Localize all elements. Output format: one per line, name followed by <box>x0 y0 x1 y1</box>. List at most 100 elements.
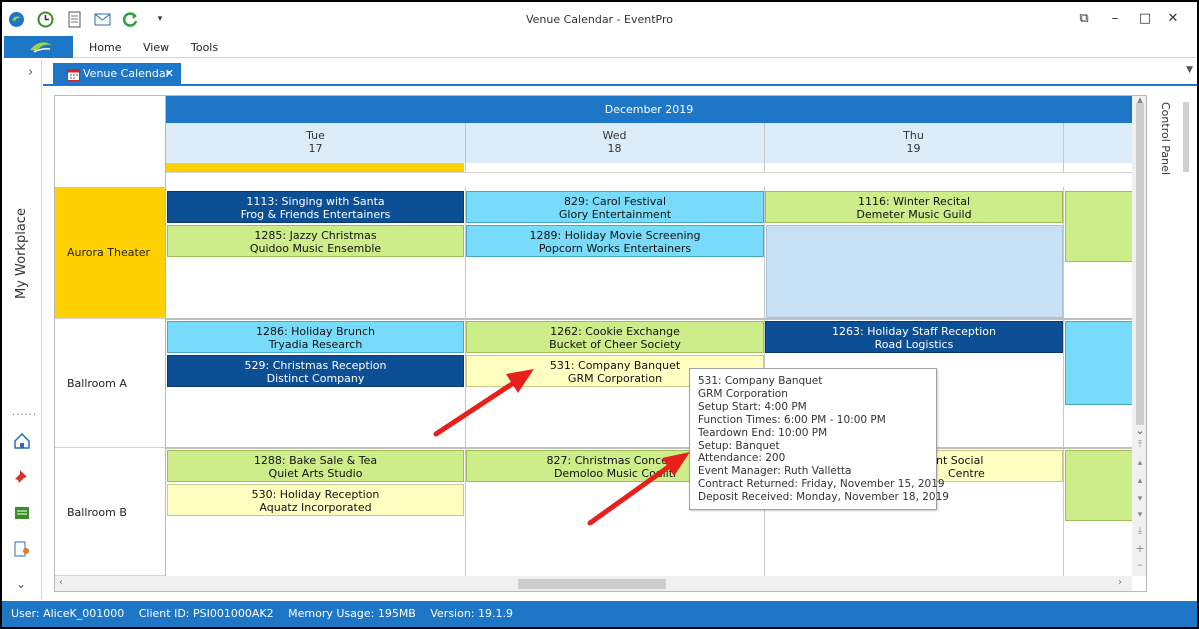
event-1263[interactable]: 1263: Holiday Staff Reception Road Logis… <box>765 321 1063 353</box>
event-529[interactable]: 529: Christmas Reception Distinct Compan… <box>167 355 464 387</box>
horizontal-scroll-thumb[interactable] <box>518 579 666 589</box>
form-icon[interactable] <box>13 504 31 522</box>
tab-label: Venue Calendar <box>83 67 171 80</box>
home-icon[interactable] <box>13 432 31 450</box>
scroll-top-icon[interactable]: ⤒ <box>1132 440 1146 450</box>
event-title: 1113: Singing with Santa <box>246 195 385 208</box>
tab-list-dropdown-icon[interactable]: ▼ <box>1186 65 1193 75</box>
day-date: 19 <box>906 142 921 155</box>
month-header: December 2019 <box>166 96 1132 123</box>
status-user: User: AliceK_001000 <box>11 607 125 620</box>
event-client: Tryadia Research <box>268 338 363 351</box>
vertical-scroll-thumb[interactable] <box>1136 103 1144 425</box>
calendar-icon <box>67 69 80 81</box>
event-1286[interactable]: 1286: Holiday Brunch Tryadia Research <box>167 321 464 353</box>
event-partial[interactable] <box>1065 450 1135 521</box>
event-1262[interactable]: 1262: Cookie Exchange Bucket of Cheer So… <box>466 321 764 353</box>
tooltip-event-manager: Event Manager: Ruth Valletta <box>698 465 852 478</box>
day-date: 17 <box>308 142 323 155</box>
event-1288[interactable]: 1288: Bake Sale & Tea Quiet Arts Studio <box>167 450 464 482</box>
scroll-right-icon[interactable]: › <box>1118 577 1122 588</box>
event-530[interactable]: 530: Holiday Reception Aquatz Incorporat… <box>167 484 464 516</box>
eventpro-logo-icon <box>30 42 52 53</box>
row-divider <box>166 318 1132 320</box>
event-client: Aquatz Incorporated <box>259 501 372 514</box>
scroll-line-up-icon[interactable]: ▴ <box>1132 476 1146 486</box>
status-version: Version: 19.1.9 <box>430 607 513 620</box>
horizontal-scrollbar[interactable]: ‹ › <box>55 576 1132 591</box>
event-829[interactable]: 829: Carol Festival Glory Entertainment <box>466 191 764 223</box>
event-client: Road Logistics <box>874 338 954 351</box>
close-tab-icon[interactable]: ✕ <box>165 67 174 80</box>
event-client: Popcorn Works Entertainers <box>538 242 692 255</box>
expand-chevron-icon[interactable]: › <box>28 65 33 80</box>
maximize-button[interactable]: □ <box>1137 11 1153 27</box>
tooltip-contract-returned: Contract Returned: Friday, November 15, … <box>698 478 945 491</box>
event-client: Quiet Arts Studio <box>268 467 363 480</box>
minimize-button[interactable]: – <box>1107 11 1123 27</box>
tab-tools[interactable]: Tools <box>191 41 218 54</box>
close-button[interactable]: ✕ <box>1165 11 1181 27</box>
event-title: 1116: Winter Recital <box>857 195 971 208</box>
event-client: Bucket of Cheer Society <box>549 338 681 351</box>
contacts-icon[interactable] <box>13 540 31 558</box>
zoom-out-icon[interactable]: – <box>1132 558 1146 571</box>
title-bar: ▾ Venue Calendar - EventPro ⧉ – □ ✕ <box>2 2 1197 36</box>
tooltip-client: GRM Corporation <box>698 387 788 400</box>
control-panel-tab[interactable]: Control Panel <box>1154 102 1184 182</box>
event-client: Frog & Friends Entertainers <box>240 208 391 221</box>
application-menu-button[interactable] <box>4 36 73 58</box>
event-1289[interactable]: 1289: Holiday Movie Screening Popcorn Wo… <box>466 225 764 257</box>
today-indicator <box>166 163 464 172</box>
event-title: 529: Christmas Reception <box>244 359 387 372</box>
resource-aurora-theater[interactable]: Aurora Theater <box>55 187 165 319</box>
scroll-page-up-icon[interactable]: ▴ <box>1132 458 1146 468</box>
tooltip-deposit-received: Deposit Received: Monday, November 18, 2… <box>698 491 949 504</box>
event-1113[interactable]: 1113: Singing with Santa Frog & Friends … <box>167 191 464 223</box>
scroll-down-chevron-icon[interactable]: ⌄ <box>16 577 26 591</box>
tab-home[interactable]: Home <box>89 41 121 54</box>
column-divider <box>1063 187 1064 576</box>
day-header-wed[interactable]: Wed 18 <box>465 123 764 163</box>
tooltip-event-title: 531: Company Banquet <box>698 375 823 387</box>
window-title: Venue Calendar - EventPro <box>525 13 674 26</box>
resource-ballroom-b[interactable]: Ballroom B <box>55 449 165 576</box>
resource-label: Ballroom B <box>67 505 127 519</box>
zoom-in-icon[interactable]: + <box>1132 542 1146 555</box>
tab-venue-calendar[interactable]: Venue Calendar ✕ <box>53 63 181 86</box>
scroll-line-down-icon[interactable]: ▾ <box>1132 494 1146 504</box>
status-memory: Memory Usage: 195MB <box>288 607 416 620</box>
event-title: 530: Holiday Reception <box>251 488 380 501</box>
vertical-scrollbar[interactable]: ▲ ⌄ ⤒ ▴ ▴ ▾ ▾ ⤓ + – <box>1132 96 1146 576</box>
my-workplace-label[interactable]: My Workplace <box>14 208 29 299</box>
column-divider <box>465 123 466 172</box>
event-1285[interactable]: 1285: Jazzy Christmas Quidoo Music Ensem… <box>167 225 464 257</box>
day-header-row: Tue 17 Wed 18 Thu 19 <box>166 123 1132 163</box>
event-partial[interactable] <box>1065 321 1135 405</box>
tooltip-teardown-end: Teardown End: 10:00 PM <box>698 426 828 439</box>
day-header-thu[interactable]: Thu 19 <box>764 123 1063 163</box>
resource-ballroom-a[interactable]: Ballroom A <box>55 320 165 448</box>
day-name: Tue <box>306 129 325 142</box>
scroll-bottom-icon[interactable]: ⤓ <box>1132 526 1146 536</box>
row-divider <box>166 447 1132 449</box>
pin-icon[interactable] <box>13 468 31 486</box>
event-title: 1285: Jazzy Christmas <box>254 229 377 242</box>
event-client: Demeter Music Guild <box>856 208 972 221</box>
scroll-left-icon[interactable]: ‹ <box>59 577 63 588</box>
thursday-booked-block <box>766 225 1063 318</box>
event-partial[interactable] <box>1065 191 1135 262</box>
tooltip-setup: Setup: Banquet <box>698 439 780 452</box>
resource-column-divider <box>165 96 166 576</box>
scroll-down-icon[interactable]: ⌄ <box>1132 424 1146 437</box>
event-client: Glory Entertainment <box>558 208 672 221</box>
grip-icon[interactable]: ...... <box>12 407 37 418</box>
tab-view[interactable]: View <box>143 41 169 54</box>
app-window: ▾ Venue Calendar - EventPro ⧉ – □ ✕ Home… <box>2 2 1197 627</box>
event-1116[interactable]: 1116: Winter Recital Demeter Music Guild <box>765 191 1063 223</box>
restore-window-icon[interactable]: ⧉ <box>1076 11 1092 27</box>
scroll-page-down-icon[interactable]: ▾ <box>1132 510 1146 520</box>
day-header-tue[interactable]: Tue 17 <box>166 123 465 163</box>
control-panel-scrollbar[interactable] <box>1183 102 1189 172</box>
ribbon: Home View Tools <box>2 36 1197 58</box>
